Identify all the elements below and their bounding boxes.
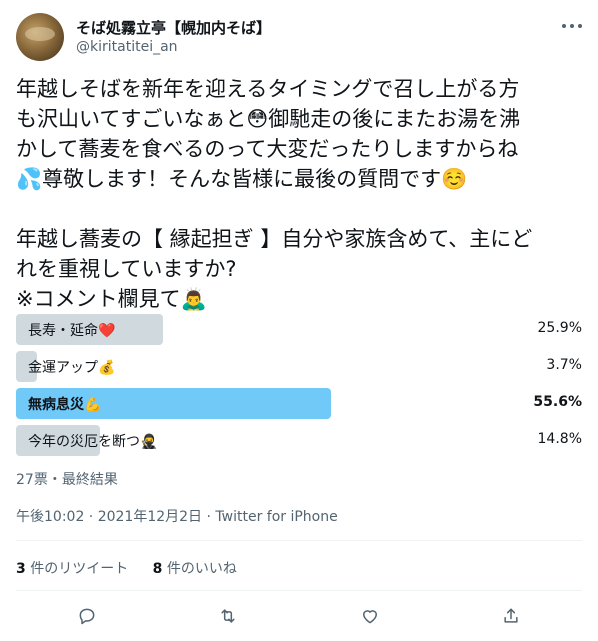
poll: 長寿・延命❤️ 25.9% 金運アップ💰 3.7% 無病息災💪 55.6% 今年… (16, 314, 582, 462)
tweet-text: 年越しそばを新年を迎えるタイミングで召し上がる方 も沢山いてすごいなぁと😳御馳走… (16, 74, 582, 314)
poll-option: 長寿・延命❤️ 25.9% (16, 314, 582, 345)
retweet-button[interactable] (210, 598, 246, 634)
retweet-count: 3 (16, 561, 26, 577)
divider (16, 590, 582, 591)
tweet-line: も沢山いてすごいなぁと😳御馳走の後にまたお湯を沸 (16, 107, 521, 131)
poll-option-label: 今年の災厄を断つ🥷 (28, 434, 158, 450)
poll-option-percent: 3.7% (546, 357, 582, 373)
like-count: 8 (152, 561, 163, 577)
tweet-header: そば処霧立亭【幌加内そば】 @kiritatitei_an (16, 13, 582, 63)
share-icon (504, 608, 518, 623)
poll-option-percent: 14.8% (537, 431, 582, 447)
tweet-line: 年越し蕎麦の【 縁起担ぎ 】自分や家族含めて、主にど (16, 227, 533, 251)
retweet-icon (221, 609, 235, 623)
display-name[interactable]: そば処霧立亭【幌加内そば】 (76, 17, 271, 38)
like-label: 件のいいね (162, 561, 237, 577)
divider (16, 540, 582, 541)
tweet-line: 年越しそばを新年を迎えるタイミングで召し上がる方 (16, 77, 520, 101)
avatar[interactable] (16, 13, 64, 61)
poll-option: 金運アップ💰 3.7% (16, 351, 582, 382)
like-icon (362, 610, 377, 624)
retweet-label: 件のリツイート (25, 561, 129, 577)
poll-option-label: 長寿・延命❤️ (28, 323, 116, 339)
poll-option-percent: 25.9% (537, 320, 582, 336)
poll-option: 今年の災厄を断つ🥷 14.8% (16, 425, 582, 456)
user-handle[interactable]: @kiritatitei_an (76, 39, 178, 55)
tweet-line: ※コメント欄見て🙇‍♂️ (16, 287, 207, 311)
tweet-line: れを重視していますか? (16, 257, 237, 281)
like-stat[interactable]: 8 件のいいね (153, 561, 237, 577)
poll-option-label: 無病息災💪 (28, 397, 102, 413)
like-button[interactable] (352, 598, 388, 634)
reply-icon (79, 608, 95, 625)
tweet-line: かして蕎麦を食べるのって大変だったりしますからね (16, 137, 519, 161)
poll-option-label: 金運アップ💰 (28, 360, 116, 376)
action-bar (16, 598, 582, 634)
reply-button[interactable] (69, 598, 105, 634)
share-button[interactable] (493, 598, 529, 634)
tweet-timestamp[interactable]: 午後10:02 · 2021年12月2日 · Twitter for iPhon… (16, 506, 338, 526)
poll-option: 無病息災💪 55.6% (16, 388, 582, 419)
tweet-line: 💦尊敬します！そんな皆様に最後の質問です☺️ (16, 167, 468, 191)
poll-meta: 27票・最終結果 (16, 472, 118, 488)
engagement-stats: 3 件のリツイート 8 件のいいね (16, 558, 257, 578)
more-icon[interactable] (562, 19, 582, 33)
poll-option-percent: 55.6% (533, 394, 582, 410)
retweet-stat[interactable]: 3 件のリツイート (16, 561, 128, 577)
